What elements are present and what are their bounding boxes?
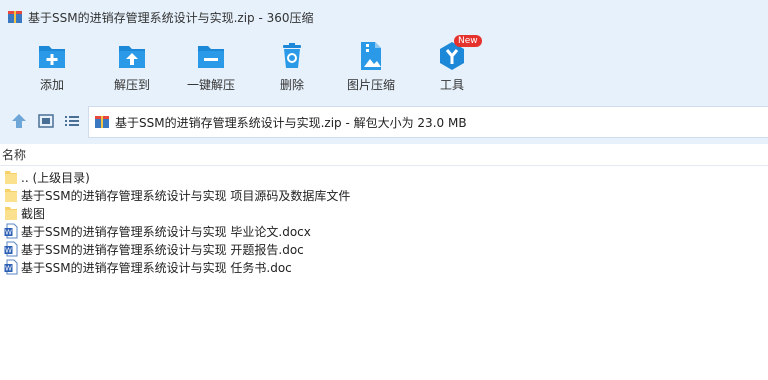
word-doc-icon: W bbox=[4, 241, 18, 257]
new-badge: New bbox=[454, 35, 482, 47]
app-window: 基于SSM的进销存管理系统设计与实现.zip - 360压缩 添加 解压到 一键… bbox=[0, 0, 768, 380]
image-compress-icon bbox=[361, 42, 381, 70]
one-click-extract-button[interactable]: 一键解压 bbox=[176, 34, 246, 100]
list-item[interactable]: W 基于SSM的进销存管理系统设计与实现 毕业论文.docx bbox=[0, 222, 768, 240]
svg-text:W: W bbox=[5, 229, 12, 237]
list-item[interactable]: 截图 bbox=[0, 204, 768, 222]
zip-archive-icon bbox=[8, 11, 22, 23]
image-compress-button[interactable]: 图片压缩 bbox=[336, 34, 406, 100]
archive-path: 基于SSM的进销存管理系统设计与实现.zip - 解包大小为 23.0 MB bbox=[115, 115, 467, 130]
title-bar: 基于SSM的进销存管理系统设计与实现.zip - 360压缩 bbox=[0, 0, 768, 34]
window-title: 基于SSM的进销存管理系统设计与实现.zip - 360压缩 bbox=[28, 10, 314, 25]
thumbnail-view-icon[interactable] bbox=[37, 112, 55, 130]
word-doc-icon: W bbox=[4, 223, 18, 239]
list-item[interactable]: W 基于SSM的进销存管理系统设计与实现 任务书.doc bbox=[0, 258, 768, 276]
delete-button[interactable]: 删除 bbox=[257, 34, 327, 100]
address-bar: 基于SSM的进销存管理系统设计与实现.zip - 解包大小为 23.0 MB bbox=[0, 100, 768, 144]
list-item[interactable]: 基于SSM的进销存管理系统设计与实现 项目源码及数据库文件 bbox=[0, 186, 768, 204]
extract-to-button[interactable]: 解压到 bbox=[97, 34, 167, 100]
extract-to-icon bbox=[119, 46, 145, 68]
file-name: 基于SSM的进销存管理系统设计与实现 任务书.doc bbox=[21, 260, 292, 275]
add-label: 添加 bbox=[39, 78, 64, 92]
list-item[interactable]: .. (上级目录) bbox=[0, 168, 768, 186]
image-compress-label: 图片压缩 bbox=[346, 78, 395, 92]
tools-label: 工具 bbox=[439, 78, 464, 92]
file-name: 截图 bbox=[21, 206, 46, 221]
tools-icon-wrap: New bbox=[436, 35, 482, 72]
list-view-icon[interactable] bbox=[63, 112, 81, 130]
up-arrow-icon[interactable] bbox=[10, 112, 28, 130]
trash-icon bbox=[283, 43, 301, 68]
extract-to-label: 解压到 bbox=[113, 78, 150, 92]
delete-label: 删除 bbox=[279, 78, 304, 92]
list-header: 名称 bbox=[0, 144, 768, 166]
add-folder-icon bbox=[39, 46, 65, 68]
file-name: 基于SSM的进销存管理系统设计与实现 项目源码及数据库文件 bbox=[21, 188, 351, 203]
toolbar: 添加 解压到 一键解压 删除 图片压缩 New 工具 bbox=[0, 34, 768, 100]
file-list: .. (上级目录) 基于SSM的进销存管理系统设计与实现 项目源码及数据库文件 … bbox=[0, 168, 768, 276]
folder-icon bbox=[5, 207, 17, 220]
one-click-extract-label: 一键解压 bbox=[186, 78, 235, 92]
zip-archive-icon bbox=[95, 116, 109, 128]
word-doc-icon: W bbox=[4, 259, 18, 275]
column-header-name[interactable]: 名称 bbox=[2, 146, 26, 163]
list-item[interactable]: W 基于SSM的进销存管理系统设计与实现 开题报告.doc bbox=[0, 240, 768, 258]
file-name: 基于SSM的进销存管理系统设计与实现 开题报告.doc bbox=[21, 242, 304, 257]
file-name: .. (上级目录) bbox=[21, 170, 90, 185]
svg-text:W: W bbox=[5, 247, 12, 255]
folder-icon bbox=[5, 171, 17, 184]
add-button[interactable]: 添加 bbox=[17, 34, 87, 100]
svg-text:W: W bbox=[5, 265, 12, 273]
address-field[interactable]: 基于SSM的进销存管理系统设计与实现.zip - 解包大小为 23.0 MB bbox=[88, 106, 768, 138]
folder-icon bbox=[5, 189, 17, 202]
file-name: 基于SSM的进销存管理系统设计与实现 毕业论文.docx bbox=[21, 224, 311, 239]
tools-button[interactable]: New 工具 bbox=[417, 34, 487, 100]
one-click-extract-icon bbox=[198, 46, 224, 68]
